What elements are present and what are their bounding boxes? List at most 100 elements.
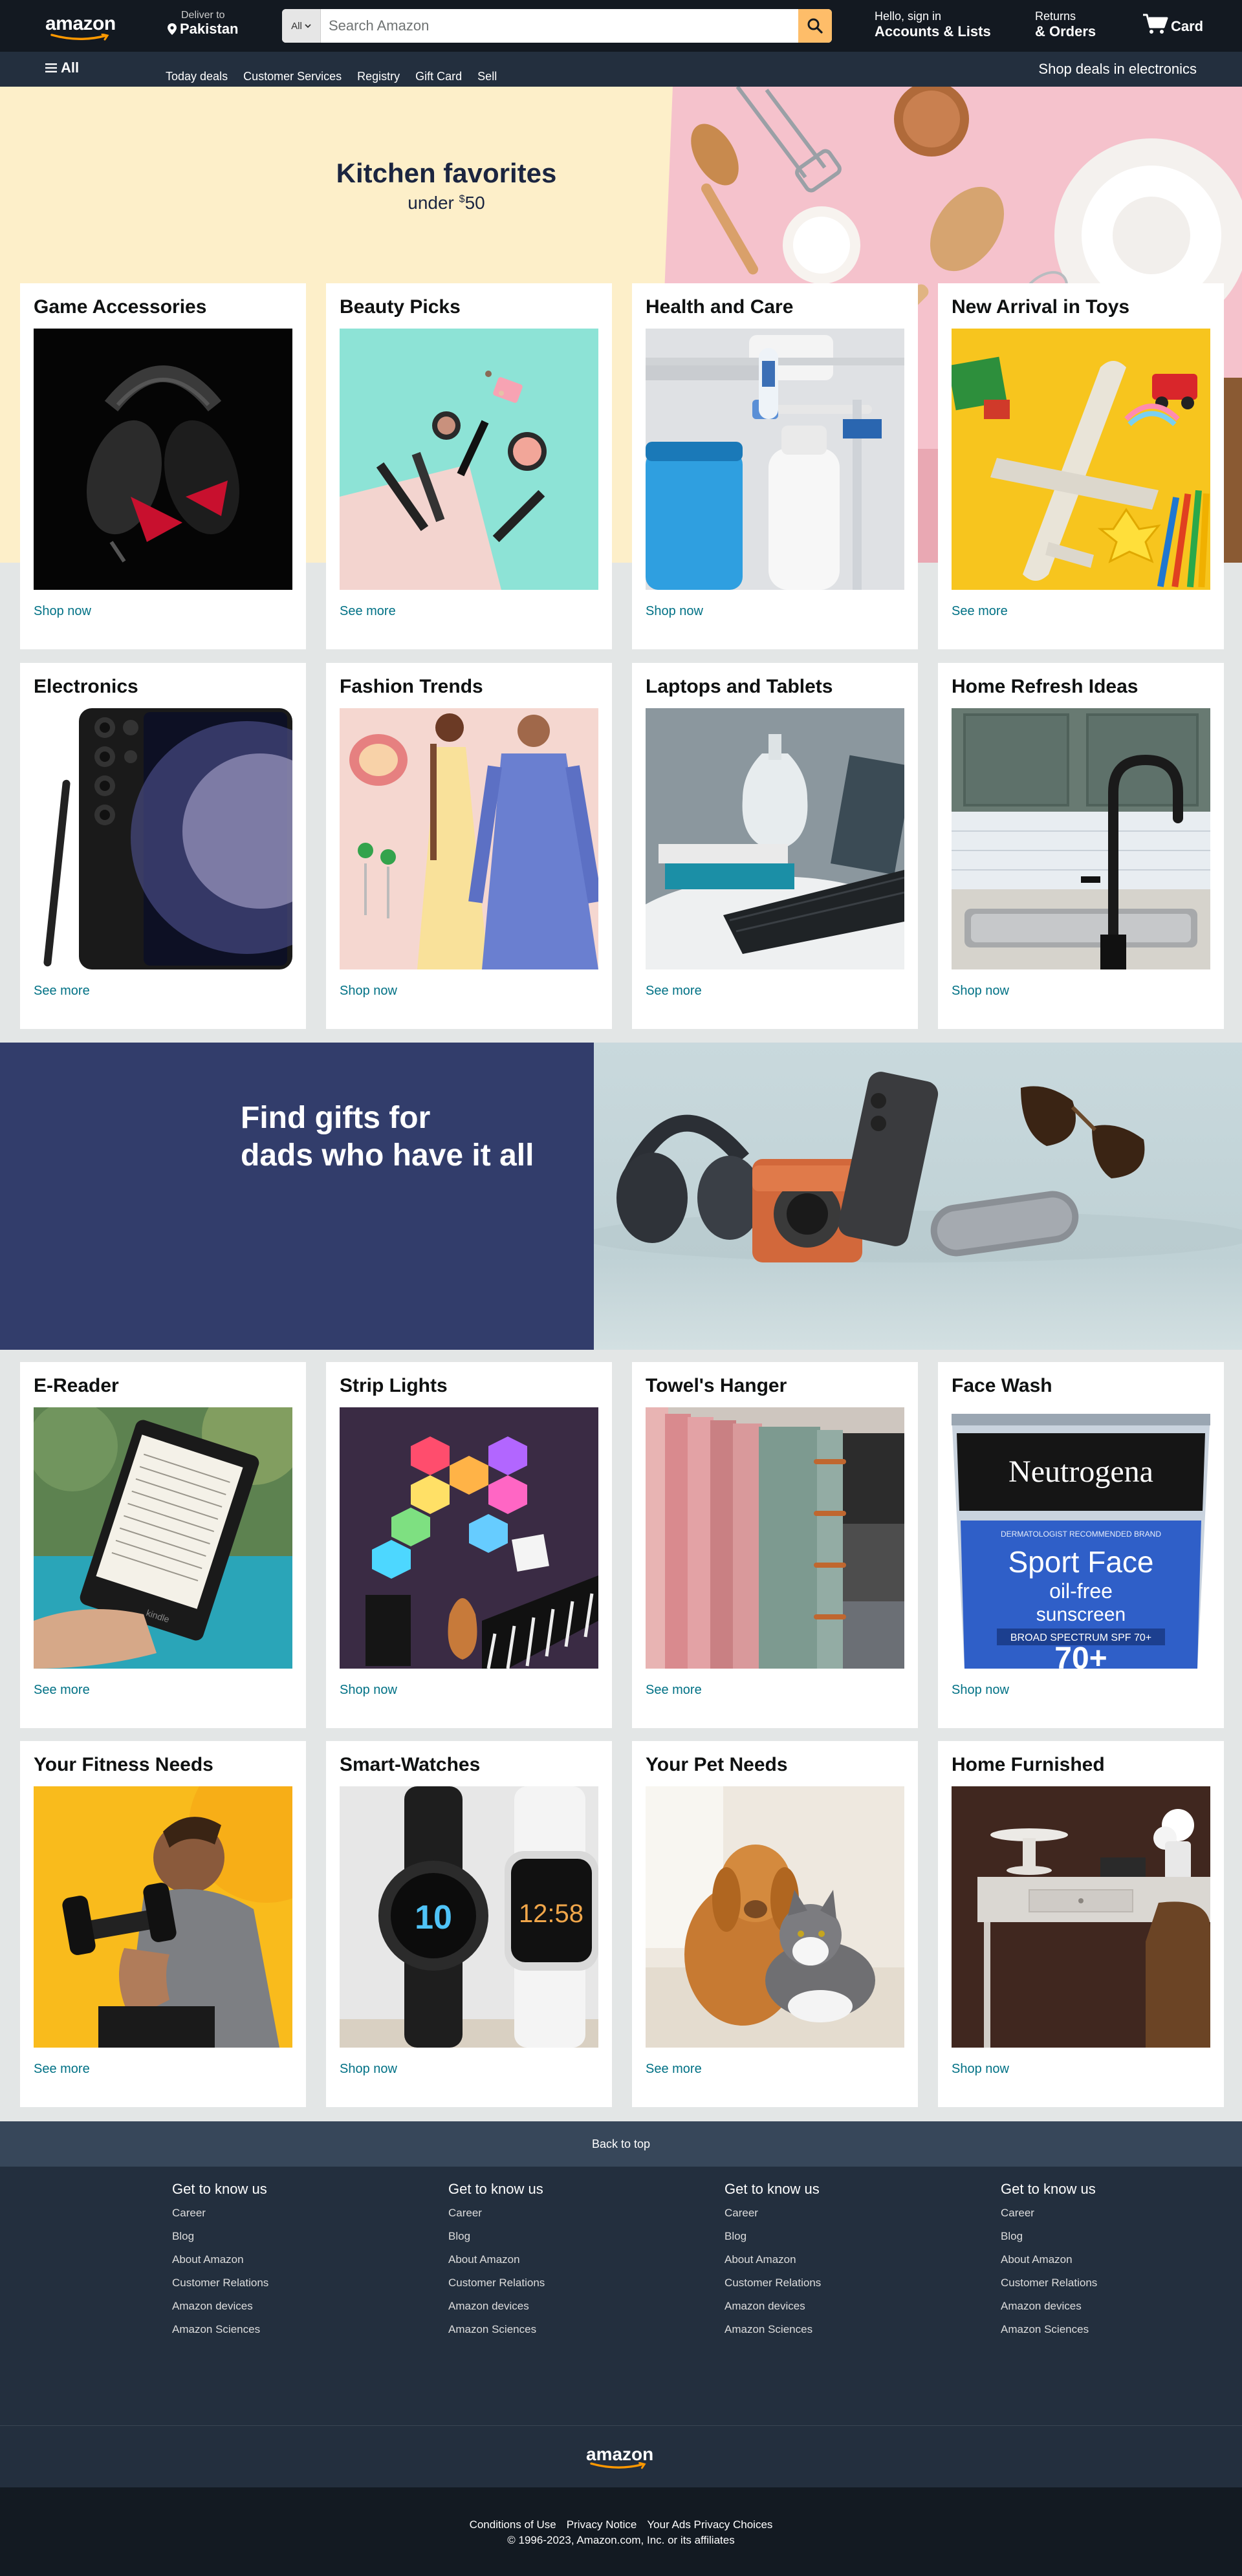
card-link[interactable]: See more — [340, 604, 598, 619]
card-strip-lights[interactable]: Strip Lights Shop now — [326, 1362, 612, 1728]
card-title: Health and Care — [646, 296, 794, 318]
card-link[interactable]: See more — [34, 2062, 292, 2077]
nav-link-customer-services[interactable]: Customer Services — [243, 70, 342, 83]
footer-link-amazon-sciences[interactable]: Amazon Sciences — [172, 2323, 268, 2346]
deliver-to[interactable]: Deliver to Pakistan — [167, 10, 239, 37]
card-home-furnished[interactable]: Home Furnished Shop now — [938, 1741, 1224, 2107]
card-link[interactable]: Shop now — [646, 604, 904, 619]
nav-link-sell[interactable]: Sell — [477, 70, 497, 83]
furniture-image — [952, 1786, 1210, 2048]
card-title: Home Furnished — [952, 1754, 1105, 1775]
card-towels-hanger[interactable]: Towel's Hanger See more — [632, 1362, 918, 1728]
account-menu[interactable]: Hello, sign in Accounts & Lists — [875, 10, 991, 39]
card-fitness-needs[interactable]: Your Fitness Needs See more — [20, 1741, 306, 2107]
card-new-arrival-toys[interactable]: New Arrival in Toys See more — [938, 283, 1224, 649]
logo-smile-icon — [50, 34, 109, 41]
card-health-and-care[interactable]: Health and Care Shop now — [632, 283, 918, 649]
footer-link-blog[interactable]: Blog — [448, 2230, 545, 2253]
footer-link-career[interactable]: Career — [1001, 2207, 1097, 2230]
footer-link-about-amazon[interactable]: About Amazon — [172, 2253, 268, 2277]
card-link[interactable]: See more — [646, 2062, 904, 2077]
footer-link-blog[interactable]: Blog — [724, 2230, 821, 2253]
card-e-reader[interactable]: E-Reader kindle See more — [20, 1362, 306, 1728]
footer-column: Get to know us Career Blog About Amazon … — [724, 2181, 821, 2346]
footer-link-customer-relations[interactable]: Customer Relations — [1001, 2277, 1097, 2300]
card-link[interactable]: Shop now — [952, 1683, 1210, 1698]
deliver-location: Pakistan — [180, 20, 239, 37]
card-link[interactable]: Shop now — [952, 2062, 1210, 2077]
all-menu-button[interactable]: All — [45, 60, 79, 76]
search-category-label: All — [291, 20, 302, 32]
footer-link-about-amazon[interactable]: About Amazon — [724, 2253, 821, 2277]
search-input[interactable] — [321, 9, 798, 43]
all-menu-label: All — [61, 60, 80, 76]
card-beauty-picks[interactable]: Beauty Picks See more — [326, 283, 612, 649]
back-to-top-button[interactable]: Back to top — [0, 2121, 1242, 2167]
card-link[interactable]: See more — [646, 1683, 904, 1698]
nav-link-registry[interactable]: Registry — [357, 70, 400, 83]
nav-link-today-deals[interactable]: Today deals — [166, 70, 228, 83]
card-link[interactable]: Shop now — [952, 984, 1210, 999]
search-category-dropdown[interactable]: All — [282, 9, 321, 43]
kindle-image: kindle — [34, 1407, 292, 1669]
electronics-promo-link[interactable]: Shop deals in electronics — [1038, 61, 1197, 78]
top-header: amazon Deliver to Pakistan All Search Am… — [0, 0, 1242, 52]
footer-link-amazon-devices[interactable]: Amazon devices — [724, 2300, 821, 2323]
footer-logo-text: amazon — [586, 2444, 654, 2464]
card-link[interactable]: See more — [646, 984, 904, 999]
footer-link-career[interactable]: Career — [724, 2207, 821, 2230]
footer-link-career[interactable]: Career — [172, 2207, 268, 2230]
card-laptops-tablets[interactable]: Laptops and Tablets See more — [632, 663, 918, 1029]
card-game-accessories[interactable]: Game Accessories Shop now — [20, 283, 306, 649]
footer-link-blog[interactable]: Blog — [1001, 2230, 1097, 2253]
footer-links: Get to know us Career Blog About Amazon … — [0, 2167, 1242, 2425]
card-title: New Arrival in Toys — [952, 296, 1130, 318]
card-link[interactable]: Shop now — [34, 604, 292, 619]
card-link[interactable]: See more — [952, 604, 1210, 619]
card-electronics[interactable]: Electronics See more — [20, 663, 306, 1029]
footer-link-amazon-sciences[interactable]: Amazon Sciences — [448, 2323, 545, 2346]
footer-amazon-logo[interactable]: amazon — [586, 2444, 654, 2469]
card-link[interactable]: See more — [34, 1683, 292, 1698]
card-title: Beauty Picks — [340, 296, 461, 318]
footer-link-about-amazon[interactable]: About Amazon — [1001, 2253, 1097, 2277]
search-icon — [807, 18, 823, 34]
footer-link-amazon-sciences[interactable]: Amazon Sciences — [724, 2323, 821, 2346]
cart-button[interactable]: Card — [1142, 13, 1203, 35]
footer-logo-bar: amazon — [0, 2426, 1242, 2487]
card-home-refresh[interactable]: Home Refresh Ideas Shop now — [938, 663, 1224, 1029]
returns-orders[interactable]: Returns & Orders — [1035, 10, 1096, 39]
amazon-logo[interactable]: amazon — [45, 14, 123, 41]
hero-subtitle: under $50 — [272, 193, 621, 213]
footer-link-amazon-sciences[interactable]: Amazon Sciences — [1001, 2323, 1097, 2346]
card-title: Fashion Trends — [340, 676, 483, 697]
card-face-wash[interactable]: Face Wash Neutrogena DERMATOLOGIST RECOM… — [938, 1362, 1224, 1728]
footer-link-customer-relations[interactable]: Customer Relations — [448, 2277, 545, 2300]
footer-link-customer-relations[interactable]: Customer Relations — [172, 2277, 268, 2300]
conditions-of-use-link[interactable]: Conditions of Use — [470, 2518, 556, 2531]
nav-link-gift-card[interactable]: Gift Card — [415, 70, 462, 83]
gifts-for-dads-banner[interactable]: Find gifts for dads who have it all — [0, 1043, 1242, 1350]
footer-link-blog[interactable]: Blog — [172, 2230, 268, 2253]
privacy-notice-link[interactable]: Privacy Notice — [567, 2518, 637, 2531]
card-link[interactable]: See more — [34, 984, 292, 999]
footer-link-career[interactable]: Career — [448, 2207, 545, 2230]
footer-column-heading: Get to know us — [1001, 2181, 1096, 2197]
footer-link-amazon-devices[interactable]: Amazon devices — [1001, 2300, 1097, 2323]
caret-down-icon — [305, 23, 311, 28]
card-title: Face Wash — [952, 1375, 1052, 1396]
footer-link-about-amazon[interactable]: About Amazon — [448, 2253, 545, 2277]
card-smart-watches[interactable]: Smart-Watches 10 12:58 Shop now — [326, 1741, 612, 2107]
card-fashion-trends[interactable]: Fashion Trends Shop now — [326, 663, 612, 1029]
account-lists-label: Accounts & Lists — [875, 23, 991, 39]
footer-link-amazon-devices[interactable]: Amazon devices — [172, 2300, 268, 2323]
card-pet-needs[interactable]: Your Pet Needs See more — [632, 1741, 918, 2107]
footer-column: Get to know us Career Blog About Amazon … — [448, 2181, 545, 2346]
footer-link-amazon-devices[interactable]: Amazon devices — [448, 2300, 545, 2323]
card-link[interactable]: Shop now — [340, 1683, 598, 1698]
footer-link-customer-relations[interactable]: Customer Relations — [724, 2277, 821, 2300]
card-link[interactable]: Shop now — [340, 2062, 598, 2077]
ads-privacy-choices-link[interactable]: Your Ads Privacy Choices — [647, 2518, 772, 2531]
card-link[interactable]: Shop now — [340, 984, 598, 999]
search-button[interactable] — [798, 9, 832, 43]
